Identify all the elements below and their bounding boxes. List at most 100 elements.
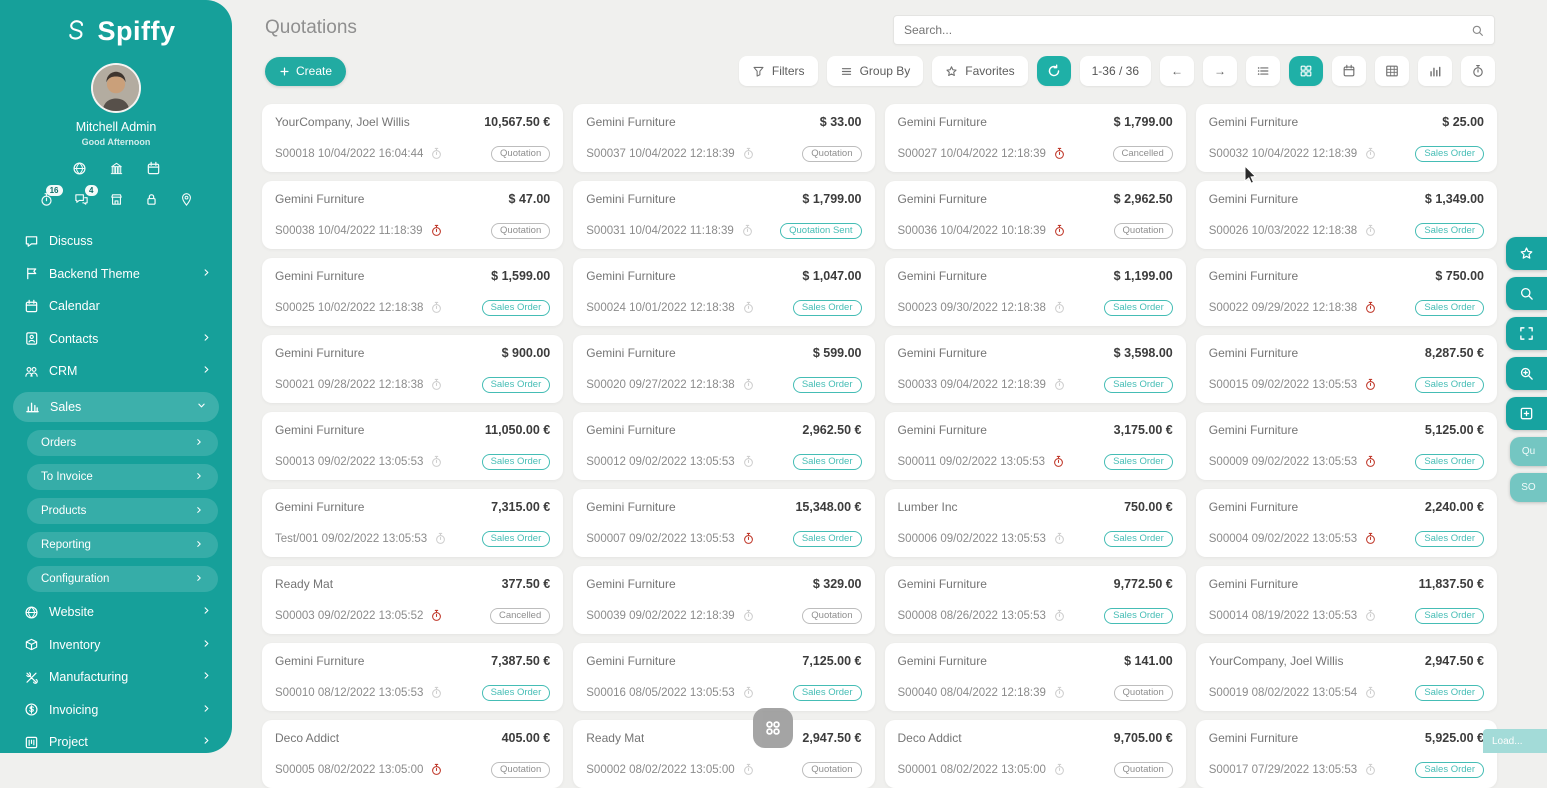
activity-clock-icon[interactable]: [1053, 378, 1066, 391]
quotation-card[interactable]: Gemini Furniture $ 2,962.50 S00036 10/04…: [885, 181, 1186, 249]
quotation-rail-tag[interactable]: Qu: [1510, 437, 1547, 466]
quotation-card[interactable]: Gemini Furniture 3,175.00 € S00011 09/02…: [885, 412, 1186, 480]
activity-clock-icon[interactable]: [742, 532, 755, 545]
quotation-card[interactable]: Gemini Furniture $ 329.00 S00039 09/02/2…: [573, 566, 874, 634]
fullscreen-rail-button[interactable]: [1506, 317, 1547, 350]
activity-clock-icon[interactable]: [1052, 455, 1065, 468]
activities-icon-button[interactable]: 16: [39, 192, 54, 207]
pager-next-button[interactable]: →: [1203, 56, 1237, 86]
quotation-card[interactable]: Gemini Furniture 15,348.00 € S00007 09/0…: [573, 489, 874, 557]
activity-clock-icon[interactable]: [742, 686, 755, 699]
sidebar-item-products[interactable]: Products: [27, 498, 218, 524]
activity-clock-icon[interactable]: [1364, 455, 1377, 468]
calendar-view-button[interactable]: [1332, 56, 1366, 86]
activity-clock-icon[interactable]: [1364, 147, 1377, 160]
quotation-card[interactable]: Gemini Furniture $ 750.00 S00022 09/29/2…: [1196, 258, 1497, 326]
sidebar-item-project[interactable]: Project: [0, 730, 232, 753]
lock-icon-button[interactable]: [144, 192, 159, 207]
avatar[interactable]: [91, 63, 141, 113]
quotation-card[interactable]: Gemini Furniture $ 47.00 S00038 10/04/20…: [262, 181, 563, 249]
quotation-card[interactable]: Gemini Furniture 9,772.50 € S00008 08/26…: [885, 566, 1186, 634]
quotation-card[interactable]: Deco Addict 9,705.00 € S00001 08/02/2022…: [885, 720, 1186, 788]
quotation-card[interactable]: YourCompany, Joel Willis 10,567.50 € S00…: [262, 104, 563, 172]
refresh-button[interactable]: [1037, 56, 1071, 86]
search-rail-button[interactable]: [1506, 277, 1547, 310]
activity-clock-icon[interactable]: [430, 224, 443, 237]
sales-order-rail-tag[interactable]: SO: [1510, 473, 1547, 502]
star-rail-button[interactable]: [1506, 237, 1547, 270]
quotation-card[interactable]: Gemini Furniture 2,962.50 € S00012 09/02…: [573, 412, 874, 480]
app-logo[interactable]: Spiffy: [0, 0, 232, 47]
activity-clock-icon[interactable]: [1053, 301, 1066, 314]
activity-clock-icon[interactable]: [430, 378, 443, 391]
activity-clock-icon[interactable]: [430, 609, 443, 622]
search-input[interactable]: [894, 23, 1471, 37]
quotation-card[interactable]: Deco Addict 405.00 € S00005 08/02/2022 1…: [262, 720, 563, 788]
activity-clock-icon[interactable]: [1053, 224, 1066, 237]
quotation-card[interactable]: Gemini Furniture $ 1,047.00 S00024 10/01…: [573, 258, 874, 326]
sidebar-item-sales[interactable]: Sales: [13, 392, 219, 422]
activity-clock-icon[interactable]: [1364, 686, 1377, 699]
sidebar-item-discuss[interactable]: Discuss: [0, 229, 232, 253]
quotation-card[interactable]: Gemini Furniture $ 1,599.00 S00025 10/02…: [262, 258, 563, 326]
activity-clock-icon[interactable]: [742, 455, 755, 468]
activity-clock-icon[interactable]: [741, 224, 754, 237]
activity-clock-icon[interactable]: [1053, 609, 1066, 622]
activity-clock-icon[interactable]: [430, 301, 443, 314]
activity-clock-icon[interactable]: [742, 147, 755, 160]
activity-clock-icon[interactable]: [430, 763, 443, 776]
quotation-card[interactable]: Gemini Furniture $ 33.00 S00037 10/04/20…: [573, 104, 874, 172]
quotation-card[interactable]: Gemini Furniture 7,315.00 € Test/001 09/…: [262, 489, 563, 557]
sidebar-item-invoicing[interactable]: Invoicing: [0, 698, 232, 722]
search-icon[interactable]: [1471, 24, 1484, 37]
quotation-card[interactable]: Gemini Furniture $ 3,598.00 S00033 09/04…: [885, 335, 1186, 403]
globe-icon-button[interactable]: [72, 161, 87, 176]
messages-icon-button[interactable]: 4: [74, 192, 89, 207]
quotation-card[interactable]: Gemini Furniture 7,387.50 € S00010 08/12…: [262, 643, 563, 711]
activity-view-button[interactable]: [1461, 56, 1495, 86]
company-icon-button[interactable]: [109, 161, 124, 176]
activity-clock-icon[interactable]: [1364, 763, 1377, 776]
activity-clock-icon[interactable]: [742, 763, 755, 776]
sidebar-item-calendar[interactable]: Calendar: [0, 294, 232, 318]
activity-clock-icon[interactable]: [1364, 224, 1377, 237]
sidebar-item-contacts[interactable]: Contacts: [0, 327, 232, 351]
sidebar-item-manufacturing[interactable]: Manufacturing: [0, 665, 232, 689]
activity-clock-icon[interactable]: [430, 686, 443, 699]
sidebar-item-crm[interactable]: CRM: [0, 359, 232, 383]
activity-clock-icon[interactable]: [1053, 763, 1066, 776]
quotation-card[interactable]: Gemini Furniture 5,125.00 € S00009 09/02…: [1196, 412, 1497, 480]
frame-rail-button[interactable]: [1506, 397, 1547, 430]
quotation-card[interactable]: Gemini Furniture $ 599.00 S00020 09/27/2…: [573, 335, 874, 403]
activity-clock-icon[interactable]: [1364, 609, 1377, 622]
apps-menu-button[interactable]: [753, 708, 793, 748]
activity-clock-icon[interactable]: [434, 532, 447, 545]
filters-button[interactable]: Filters: [739, 56, 818, 86]
sidebar-item-inventory[interactable]: Inventory: [0, 633, 232, 657]
sidebar-item-reporting[interactable]: Reporting: [27, 532, 218, 558]
sidebar-item-to-invoice[interactable]: To Invoice: [27, 464, 218, 490]
zoom-in-rail-button[interactable]: [1506, 357, 1547, 390]
sidebar-item-website[interactable]: Website: [0, 600, 232, 624]
quotation-card[interactable]: Ready Mat 2,947.50 € S00002 08/02/2022 1…: [573, 720, 874, 788]
sidebar-item-backend-theme[interactable]: Backend Theme: [0, 262, 232, 286]
activity-clock-icon[interactable]: [1053, 686, 1066, 699]
quotation-card[interactable]: Gemini Furniture $ 1,349.00 S00026 10/03…: [1196, 181, 1497, 249]
activity-clock-icon[interactable]: [1364, 378, 1377, 391]
activity-clock-icon[interactable]: [742, 609, 755, 622]
quotation-card[interactable]: Gemini Furniture $ 141.00 S00040 08/04/2…: [885, 643, 1186, 711]
shop-icon-button[interactable]: [109, 192, 124, 207]
pager-previous-button[interactable]: ←: [1160, 56, 1194, 86]
sidebar-item-orders[interactable]: Orders: [27, 430, 218, 456]
quotation-card[interactable]: YourCompany, Joel Willis 2,947.50 € S000…: [1196, 643, 1497, 711]
activity-clock-icon[interactable]: [430, 147, 443, 160]
quotation-card[interactable]: Gemini Furniture 11,050.00 € S00013 09/0…: [262, 412, 563, 480]
quotation-card[interactable]: Gemini Furniture $ 1,799.00 S00027 10/04…: [885, 104, 1186, 172]
quotation-card[interactable]: Gemini Furniture $ 1,799.00 S00031 10/04…: [573, 181, 874, 249]
activity-clock-icon[interactable]: [1053, 147, 1066, 160]
quotation-card[interactable]: Gemini Furniture 7,125.00 € S00016 08/05…: [573, 643, 874, 711]
quotation-card[interactable]: Gemini Furniture 8,287.50 € S00015 09/02…: [1196, 335, 1497, 403]
quotation-card[interactable]: Gemini Furniture $ 25.00 S00032 10/04/20…: [1196, 104, 1497, 172]
sidebar-item-configuration[interactable]: Configuration: [27, 566, 218, 592]
graph-view-button[interactable]: [1418, 56, 1452, 86]
